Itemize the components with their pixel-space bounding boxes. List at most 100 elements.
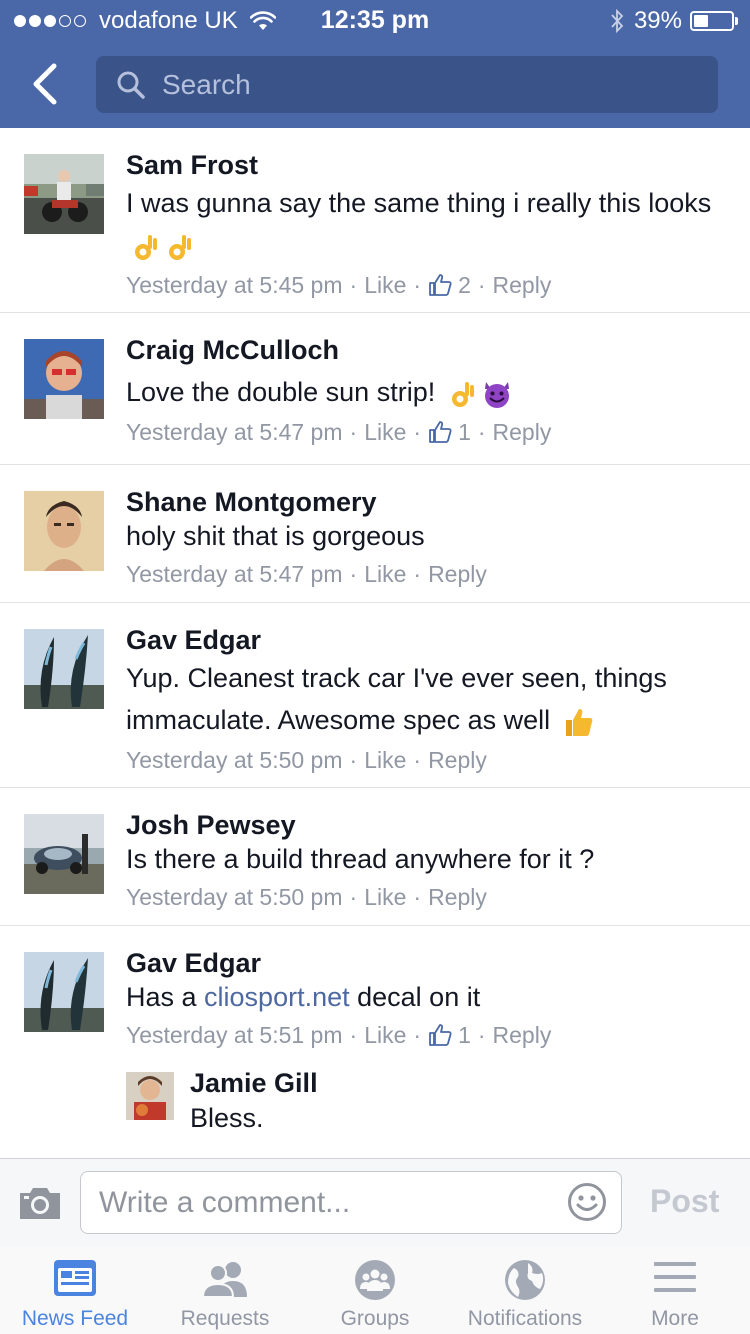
reply-text: Bless. <box>190 1103 264 1133</box>
thumbs-up-icon <box>428 1023 452 1047</box>
status-left: vodafone UK <box>14 7 276 35</box>
ok-hand-emoji <box>169 234 191 260</box>
reply-body: Jamie Gill Bless. <box>190 1066 318 1136</box>
avatar[interactable] <box>24 154 104 234</box>
thumbs-up-icon <box>428 273 452 297</box>
comment-timestamp: Yesterday at 5:51 pm <box>126 1022 343 1048</box>
status-bar: vodafone UK 12:35 pm 39% <box>0 0 750 40</box>
sticker-button[interactable] <box>567 1182 607 1227</box>
reply-button[interactable]: Reply <box>493 415 552 449</box>
smiley-icon <box>568 1183 606 1221</box>
like-button[interactable]: Like <box>364 880 406 914</box>
comment-author[interactable]: Sam Frost <box>126 148 720 182</box>
like-button[interactable]: Like <box>364 557 406 591</box>
comment-author[interactable]: Gav Edgar <box>126 623 720 657</box>
avatar[interactable] <box>24 952 104 1032</box>
comment-item: Gav Edgar Has a cliosport.net decal on i… <box>0 926 750 1158</box>
comment-body: Shane Montgomery holy shit that is gorge… <box>126 465 750 607</box>
comment-text: I was gunna say the same thing i really … <box>126 188 712 218</box>
avatar[interactable] <box>24 629 104 709</box>
like-count[interactable]: 1 <box>458 415 471 449</box>
comment-text: Is there a build thread anywhere for it … <box>126 844 595 874</box>
comment-meta: Yesterday at 5:50 pm · Like · Reply <box>126 880 720 914</box>
bluetooth-icon <box>611 9 624 33</box>
comment-item: Sam Frost I was gunna say the same thing… <box>0 128 750 313</box>
camera-icon <box>20 1188 60 1219</box>
avatar[interactable] <box>126 1072 174 1120</box>
tab-label: Groups <box>340 1307 410 1330</box>
comment-input-box[interactable] <box>80 1171 622 1234</box>
comment-list: Sam Frost I was gunna say the same thing… <box>0 128 750 1158</box>
reply-button[interactable]: Reply <box>428 557 487 591</box>
comment-meta: Yesterday at 5:51 pm · Like · 1 · Reply <box>126 1018 720 1052</box>
menu-icon <box>654 1262 696 1292</box>
comment-author[interactable]: Shane Montgomery <box>126 485 720 519</box>
avatar[interactable] <box>24 491 104 571</box>
reply-button[interactable]: Reply <box>428 880 487 914</box>
battery-level <box>694 15 709 27</box>
tab-label: More <box>651 1307 699 1330</box>
reply-button[interactable]: Reply <box>493 1018 552 1052</box>
reply-button[interactable]: Reply <box>493 268 552 302</box>
ok-hand-emoji <box>451 381 474 407</box>
like-button[interactable]: Like <box>364 268 406 302</box>
wifi-icon <box>249 11 276 30</box>
tab-groups[interactable]: Groups <box>300 1247 450 1334</box>
groups-icon <box>355 1260 395 1300</box>
comment-input[interactable] <box>97 1184 551 1221</box>
comment-author[interactable]: Craig McCulloch <box>126 333 720 367</box>
back-button[interactable] <box>26 60 66 108</box>
reply-button[interactable]: Reply <box>428 743 487 777</box>
search-input[interactable] <box>160 67 684 102</box>
comment-author[interactable]: Josh Pewsey <box>126 808 720 842</box>
like-button[interactable]: Like <box>364 743 406 777</box>
search-icon <box>116 70 146 100</box>
comment-text-wrap: Yup. Cleanest track car I've ever seen, … <box>126 657 720 741</box>
tab-bar: News Feed Requests Groups Notifications … <box>0 1247 750 1334</box>
comment-link[interactable]: cliosport.net <box>204 982 350 1012</box>
tab-requests[interactable]: Requests <box>150 1247 300 1334</box>
thumbs-up-icon <box>428 420 452 444</box>
comment-text-wrap: I was gunna say the same thing i really … <box>126 182 720 266</box>
comment-author[interactable]: Gav Edgar <box>126 946 720 980</box>
tab-notifications[interactable]: Notifications <box>450 1247 600 1334</box>
comment-text: Has a <box>126 982 205 1012</box>
smiling-devil-emoji <box>484 381 509 408</box>
news-feed-icon <box>54 1260 96 1296</box>
comment-body: Sam Frost I was gunna say the same thing… <box>126 128 750 318</box>
tab-label: Requests <box>180 1307 270 1330</box>
post-button[interactable]: Post <box>650 1183 719 1220</box>
avatar[interactable] <box>24 814 104 894</box>
friend-requests-icon <box>201 1262 247 1298</box>
comment-timestamp: Yesterday at 5:47 pm <box>126 561 343 587</box>
like-button[interactable]: Like <box>364 1018 406 1052</box>
comment-meta: Yesterday at 5:47 pm · Like · Reply <box>126 557 720 591</box>
comment-meta: Yesterday at 5:50 pm · Like · Reply <box>126 743 720 777</box>
like-button[interactable]: Like <box>364 415 406 449</box>
camera-button[interactable] <box>18 1185 62 1226</box>
comment-text: Love the double sun strip! <box>126 377 436 407</box>
avatar[interactable] <box>24 339 104 419</box>
comment-body: Josh Pewsey Is there a build thread anyw… <box>126 788 750 930</box>
tab-label: Notifications <box>467 1307 583 1330</box>
battery-icon <box>690 11 734 31</box>
comment-text-wrap: Love the double sun strip! <box>126 371 720 413</box>
like-count[interactable]: 2 <box>458 268 471 302</box>
comment-meta: Yesterday at 5:45 pm · Like · 2 · Reply <box>126 268 720 302</box>
reply-author[interactable]: Jamie Gill <box>190 1066 318 1100</box>
ok-hand-emoji <box>135 234 157 260</box>
globe-icon <box>505 1260 545 1300</box>
comment-item: Josh Pewsey Is there a build thread anyw… <box>0 788 750 926</box>
comment-item: Shane Montgomery holy shit that is gorge… <box>0 465 750 603</box>
thumbs-up-emoji <box>565 708 593 736</box>
comment-timestamp: Yesterday at 5:50 pm <box>126 747 343 773</box>
search-bar[interactable] <box>96 56 718 113</box>
comment-text-wrap: Has a cliosport.net decal on it <box>126 980 720 1014</box>
like-count[interactable]: 1 <box>458 1018 471 1052</box>
top-header: vodafone UK 12:35 pm 39% <box>0 0 750 128</box>
tab-news-feed[interactable]: News Feed <box>0 1247 150 1334</box>
comment-item: Craig McCulloch Love the double sun stri… <box>0 313 750 465</box>
tab-more[interactable]: More <box>600 1247 750 1334</box>
comment-meta: Yesterday at 5:47 pm · Like · 1 · Reply <box>126 415 720 449</box>
chevron-left-icon <box>33 63 57 105</box>
